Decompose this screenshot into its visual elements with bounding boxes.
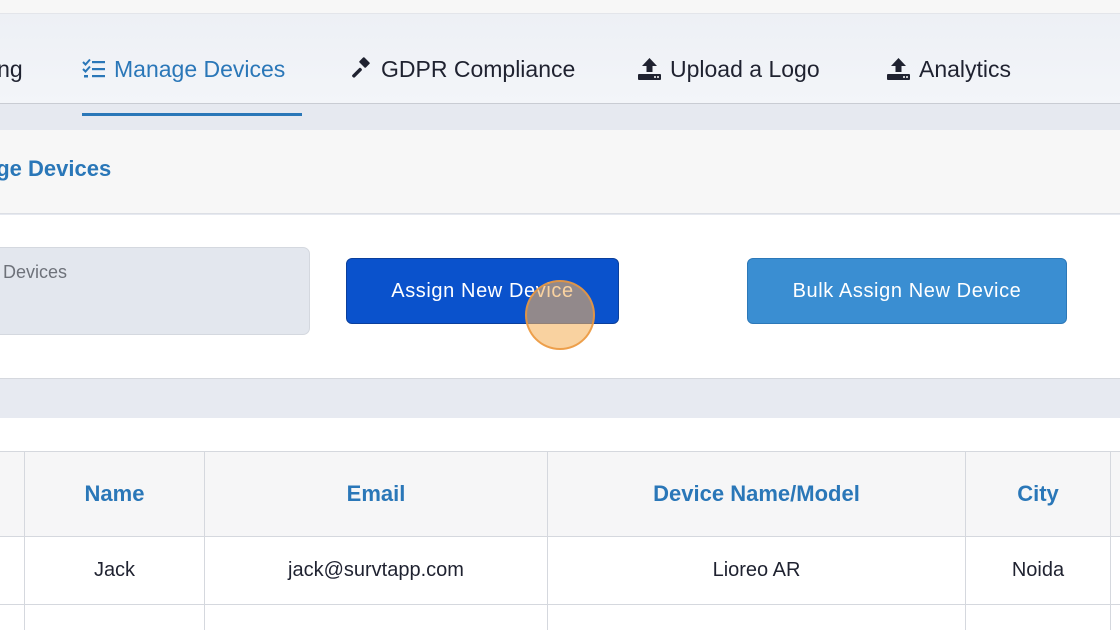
tab-bar: ing Manage Devices GDPR Compliance	[0, 14, 1120, 116]
column-header-city[interactable]: City	[965, 452, 1110, 536]
table-row[interactable]: Jack jack@survtapp.com Lioreo AR Noida	[0, 537, 1120, 605]
checklist-icon	[82, 58, 106, 80]
tab-gdpr-compliance[interactable]: GDPR Compliance	[349, 52, 575, 86]
tab-analytics[interactable]: Analytics	[886, 52, 1011, 86]
tab-truncated[interactable]: ing	[0, 52, 23, 86]
tab-label: Analytics	[919, 55, 1012, 82]
section-header: age Devices	[0, 130, 1120, 214]
tab-label: GDPR Compliance	[381, 55, 576, 82]
table-cell	[1110, 537, 1120, 604]
section-divider	[0, 380, 1120, 418]
tab-label: ing	[0, 55, 23, 82]
table-header-cell	[1110, 452, 1120, 536]
bulk-assign-new-device-button[interactable]: Bulk Assign New Device	[747, 258, 1067, 324]
top-strip	[0, 0, 1120, 14]
active-tab-indicator	[82, 113, 302, 116]
table-cell	[965, 605, 1110, 630]
table-header-row: Name Email Device Name/Model City	[0, 451, 1120, 537]
table-cell	[204, 605, 547, 630]
column-header-email[interactable]: Email	[204, 452, 547, 536]
table-cell	[0, 537, 24, 604]
cell-name: Jack	[24, 537, 204, 604]
search-input-text: ed Devices	[0, 262, 68, 282]
tab-upload-logo[interactable]: Upload a Logo	[637, 52, 820, 86]
table-header-cell	[0, 452, 24, 536]
search-input[interactable]: ed Devices	[0, 247, 310, 335]
assign-new-device-button[interactable]: Assign New Device	[346, 258, 619, 324]
tab-label: Upload a Logo	[670, 55, 820, 82]
cell-city: Noida	[965, 537, 1110, 604]
table-cell	[0, 605, 24, 630]
actions-panel: ed Devices Assign New Device Bulk Assign…	[0, 215, 1120, 379]
upload-icon	[886, 57, 911, 81]
tab-label: Manage Devices	[114, 55, 286, 82]
table-cell	[547, 605, 965, 630]
gavel-icon	[349, 57, 373, 81]
table-cell	[1110, 605, 1120, 630]
devices-table: Name Email Device Name/Model City Jack j…	[0, 418, 1120, 630]
upload-icon	[637, 57, 662, 81]
cell-device: Lioreo AR	[547, 537, 965, 604]
table-cell	[24, 605, 204, 630]
column-header-device[interactable]: Device Name/Model	[547, 452, 965, 536]
table-row[interactable]	[0, 605, 1120, 630]
cell-email: jack@survtapp.com	[204, 537, 547, 604]
tab-manage-devices[interactable]: Manage Devices	[82, 52, 285, 86]
page-title: age Devices	[0, 156, 112, 181]
column-header-name[interactable]: Name	[24, 452, 204, 536]
